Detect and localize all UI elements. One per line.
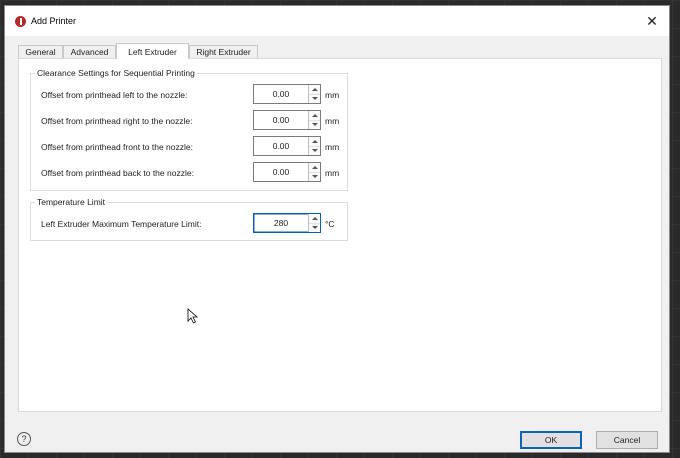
clearance-group-title: Clearance Settings for Sequential Printi… xyxy=(35,68,197,78)
spin-down-arrow-icon[interactable] xyxy=(309,94,320,103)
offset-right-spinbox[interactable]: 0.00 xyxy=(253,110,321,130)
spin-up-arrow-icon[interactable] xyxy=(309,214,320,224)
window-title: Add Printer xyxy=(31,16,77,26)
unit-label: mm xyxy=(325,168,340,178)
temperature-groupbox: Temperature Limit Left Extruder Maximum … xyxy=(30,197,348,241)
tab-label: Advanced xyxy=(70,47,109,57)
tab-left-extruder[interactable]: Left Extruder xyxy=(116,43,189,59)
spin-up-arrow-icon[interactable] xyxy=(309,163,320,173)
unit-label: mm xyxy=(325,116,340,126)
spin-down-arrow-icon[interactable] xyxy=(309,120,320,129)
temp-unit-label: °C xyxy=(325,219,335,229)
spin-arrows xyxy=(308,85,320,103)
help-icon: ? xyxy=(21,434,27,444)
tab-label: General xyxy=(25,47,56,57)
unit-label: mm xyxy=(325,90,340,100)
spin-up-arrow-icon[interactable] xyxy=(309,111,320,121)
offset-front-input[interactable]: 0.00 xyxy=(254,137,308,155)
offset-back-label: Offset from printhead back to the nozzle… xyxy=(41,168,194,178)
spin-down-arrow-icon[interactable] xyxy=(309,146,320,155)
unit-label: mm xyxy=(325,142,340,152)
max-temp-input[interactable]: 280 xyxy=(254,214,308,232)
clearance-groupbox: Clearance Settings for Sequential Printi… xyxy=(30,68,348,191)
cancel-label: Cancel xyxy=(613,435,641,445)
spin-down-arrow-icon[interactable] xyxy=(309,223,320,232)
tab-label: Right Extruder xyxy=(196,47,251,57)
close-icon: ✕ xyxy=(646,12,658,29)
offset-back-input[interactable]: 0.00 xyxy=(254,163,308,181)
mouse-pointer-icon xyxy=(187,308,199,324)
tab-general[interactable]: General xyxy=(18,45,63,58)
add-printer-dialog: Add Printer ✕ General Advanced Left Extr… xyxy=(4,5,670,453)
offset-left-spinbox[interactable]: 0.00 xyxy=(253,84,321,104)
max-temp-spinbox[interactable]: 280 xyxy=(253,213,321,233)
temperature-group-title: Temperature Limit xyxy=(35,197,108,207)
spin-up-arrow-icon[interactable] xyxy=(309,137,320,147)
tab-label: Left Extruder xyxy=(128,46,177,57)
offset-front-label: Offset from printhead front to the nozzl… xyxy=(41,142,193,152)
offset-left-label: Offset from printhead left to the nozzle… xyxy=(41,90,188,100)
spin-arrows xyxy=(308,163,320,181)
offset-left-input[interactable]: 0.00 xyxy=(254,85,308,103)
spin-down-arrow-icon[interactable] xyxy=(309,172,320,181)
offset-right-label: Offset from printhead right to the nozzl… xyxy=(41,116,193,126)
spin-up-arrow-icon[interactable] xyxy=(309,85,320,95)
tab-right-extruder[interactable]: Right Extruder xyxy=(189,45,258,58)
max-temp-label: Left Extruder Maximum Temperature Limit: xyxy=(41,219,202,229)
help-button[interactable]: ? xyxy=(17,432,31,446)
offset-front-spinbox[interactable]: 0.00 xyxy=(253,136,321,156)
cancel-button[interactable]: Cancel xyxy=(596,431,658,449)
offset-back-spinbox[interactable]: 0.00 xyxy=(253,162,321,182)
spin-arrows xyxy=(308,214,320,232)
close-button[interactable]: ✕ xyxy=(635,6,669,36)
title-bar: Add Printer ✕ xyxy=(5,6,669,36)
spin-arrows xyxy=(308,111,320,129)
tab-advanced[interactable]: Advanced xyxy=(63,45,116,58)
dialog-footer: ? OK Cancel xyxy=(5,412,669,452)
left-extruder-panel: Clearance Settings for Sequential Printi… xyxy=(18,58,662,412)
ok-button[interactable]: OK xyxy=(520,431,582,449)
spin-arrows xyxy=(308,137,320,155)
app-logo-icon xyxy=(15,16,26,27)
offset-right-input[interactable]: 0.00 xyxy=(254,111,308,129)
ok-label: OK xyxy=(544,435,558,445)
